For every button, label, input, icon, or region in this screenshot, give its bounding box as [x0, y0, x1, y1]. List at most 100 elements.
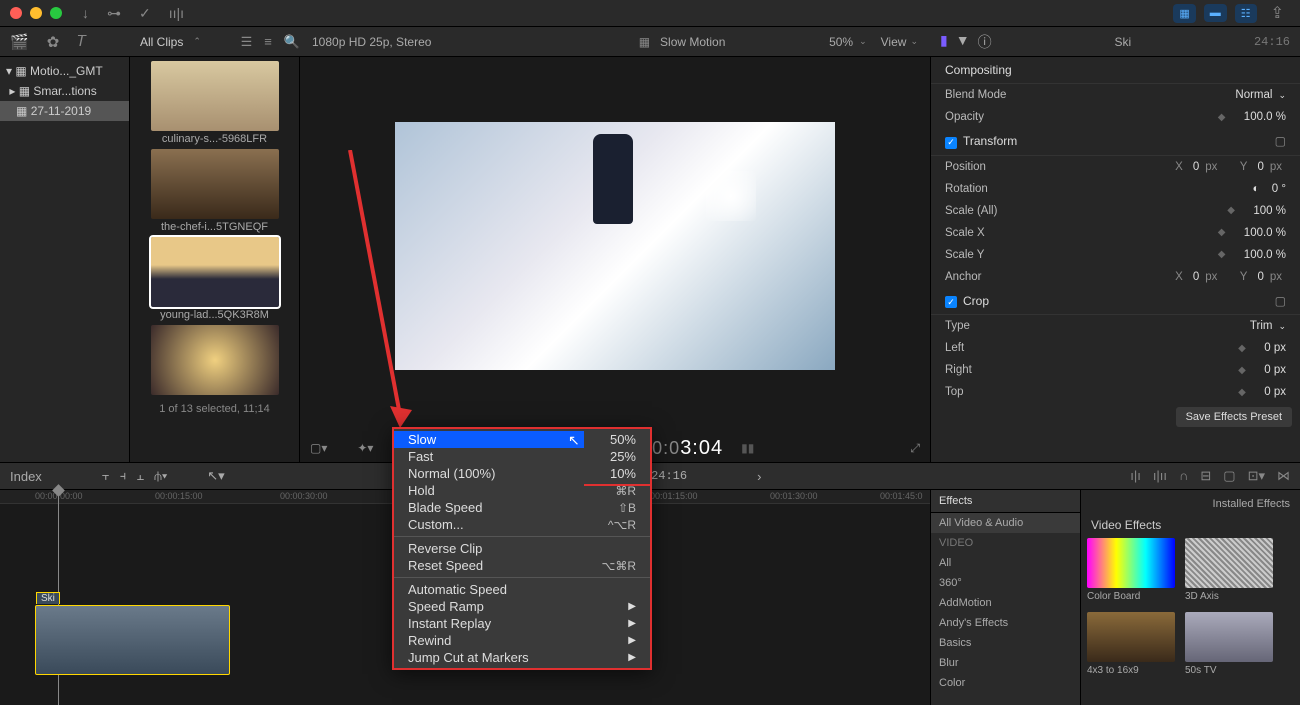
section-crop: ✓Crop▢	[931, 288, 1300, 316]
row-crop-type[interactable]: TypeTrim ⌄	[931, 315, 1300, 337]
overwrite-clip-icon[interactable]: ⫛▾	[154, 468, 167, 484]
save-effects-preset-button[interactable]: Save Effects Preset	[1176, 407, 1292, 427]
library-icons: 🎬 ✿ 𝑇	[0, 33, 130, 51]
clip-label: culinary-s...-5968LFR	[151, 133, 279, 145]
effect-thumb[interactable]: 3D Axis	[1185, 538, 1273, 602]
next-frame-icon[interactable]: ▮▮	[741, 441, 754, 455]
row-anchor[interactable]: AnchorX0 px Y0 px	[931, 266, 1300, 288]
clip-appearance-icon[interactable]: ⊡▾	[1248, 468, 1265, 484]
index-button[interactable]: Index	[10, 469, 42, 484]
maximize-button[interactable]	[50, 7, 62, 19]
menu-item-rewind[interactable]: Rewind▶	[394, 632, 650, 649]
fx-cat[interactable]: All Video & Audio	[931, 513, 1080, 533]
keyword-icon[interactable]: ⊶	[107, 5, 121, 22]
tree-item[interactable]: ▸ ▦ Smar...tions	[0, 81, 129, 101]
row-opacity[interactable]: Opacity◆ 100.0 %	[931, 106, 1300, 128]
crop-tool-icon[interactable]: ▢▾	[310, 441, 327, 455]
angle-icon[interactable]: ▦	[639, 35, 650, 49]
row-position[interactable]: PositionX0 px Y0 px	[931, 156, 1300, 178]
row-scale-all[interactable]: Scale (All)◆ 100 %	[931, 200, 1300, 222]
submenu-10[interactable]: 10%	[584, 465, 650, 482]
info-tab-icon[interactable]: ⓘ	[978, 32, 992, 52]
fx-cat[interactable]: Color	[931, 673, 1080, 693]
append-clip-icon[interactable]: ⫠	[136, 468, 144, 484]
insert-clip-icon[interactable]: ⫞	[120, 468, 127, 484]
clips-dropdown[interactable]: All Clips	[140, 35, 183, 49]
row-scale-y[interactable]: Scale Y◆ 100.0 %	[931, 244, 1300, 266]
row-crop-right[interactable]: Right◆ 0 px	[931, 359, 1300, 381]
installed-effects-dropdown[interactable]: Installed Effects	[1213, 498, 1290, 510]
skimming-icon[interactable]: ı|ı	[1130, 468, 1141, 484]
menu-item-speed-ramp[interactable]: Speed Ramp▶	[394, 598, 650, 615]
view-options-icon[interactable]: ▢	[1223, 468, 1235, 484]
submenu-50[interactable]: 50%	[584, 431, 650, 448]
inspector-toggle[interactable]: ☷	[1235, 4, 1257, 23]
share-icon[interactable]: ⇪	[1265, 3, 1290, 23]
menu-item-automatic[interactable]: Automatic Speed	[394, 581, 650, 598]
window-controls	[10, 7, 62, 19]
menu-item-instant-replay[interactable]: Instant Replay▶	[394, 615, 650, 632]
snap-icon[interactable]: ⊟	[1200, 468, 1211, 484]
clip-thumb[interactable]: young-lad...5QK3R8M	[151, 237, 279, 321]
titles-icon[interactable]: 𝑇	[77, 33, 86, 51]
timeline-index-icon[interactable]: ⋈	[1277, 468, 1290, 484]
menu-item-custom[interactable]: Custom...^⌥R	[394, 516, 650, 533]
effect-thumb[interactable]: Color Board	[1087, 538, 1175, 602]
video-canvas[interactable]	[300, 57, 930, 434]
next-edit-icon[interactable]: ›	[757, 469, 761, 484]
fx-cat[interactable]: AddMotion	[931, 593, 1080, 613]
viewer-header: 1080p HD 25p, Stereo ▦ Slow Motion 50% ⌄…	[300, 35, 930, 49]
minimize-button[interactable]	[30, 7, 42, 19]
timeline-toggle[interactable]: ▬	[1204, 4, 1227, 22]
list-icon[interactable]: ≡	[264, 34, 272, 50]
viewer: ▢▾ ✦▾ ⏱▾ ◂ ▶ 00:00:03:04 ▮▮ ⤢	[300, 57, 930, 462]
menu-item-reset-speed[interactable]: Reset Speed⌥⌘R	[394, 557, 650, 574]
row-crop-top[interactable]: Top◆ 0 px	[931, 381, 1300, 403]
clip-thumb[interactable]: the-chef-i...5TGNEQF	[151, 149, 279, 233]
effect-thumb[interactable]: 4x3 to 16x9	[1087, 612, 1175, 676]
fx-cat[interactable]: 360°	[931, 573, 1080, 593]
render-icon[interactable]: ıı|ı	[169, 5, 184, 22]
close-button[interactable]	[10, 7, 22, 19]
clip-thumb[interactable]: culinary-s...-5968LFR	[151, 61, 279, 145]
clip-thumb[interactable]	[151, 325, 279, 395]
enhance-icon[interactable]: ✦▾	[357, 441, 373, 455]
submenu-25[interactable]: 25%	[584, 448, 650, 465]
fx-cat[interactable]: Basics	[931, 633, 1080, 653]
audio-skim-icon[interactable]: ı|ıı	[1153, 468, 1167, 484]
fx-cat[interactable]: Blur	[931, 653, 1080, 673]
fullscreen-icon[interactable]: ⤢	[910, 441, 920, 456]
toolbar-left: ↓ ⊶ ✓ ıı|ı	[82, 5, 184, 22]
select-tool-icon[interactable]: ↖▾	[207, 468, 224, 484]
photos-icon[interactable]: ✿	[47, 33, 60, 51]
video-tab-icon[interactable]: ▮	[940, 32, 948, 52]
search-icon[interactable]: 🔍	[284, 34, 300, 50]
solo-icon[interactable]: ∩	[1179, 468, 1188, 484]
zoom-dropdown[interactable]: 50%	[829, 35, 853, 49]
row-rotation[interactable]: Rotation◐ 0 °	[931, 178, 1300, 200]
tree-item[interactable]: ▦ 27-11-2019	[0, 101, 129, 121]
timeline-clip[interactable]: Ski	[35, 605, 230, 675]
view-dropdown[interactable]: View	[881, 35, 907, 49]
fx-cat[interactable]: Andy's Effects	[931, 613, 1080, 633]
row-scale-x[interactable]: Scale X◆ 100.0 %	[931, 222, 1300, 244]
fx-cat[interactable]: All	[931, 553, 1080, 573]
menu-item-jump-cut[interactable]: Jump Cut at Markers▶	[394, 649, 650, 666]
row-blend-mode[interactable]: Blend ModeNormal ⌄	[931, 84, 1300, 106]
menu-item-reverse[interactable]: Reverse Clip	[394, 540, 650, 557]
color-tab-icon[interactable]: ▼	[956, 32, 970, 52]
filmstrip-icon[interactable]: ☰	[241, 34, 253, 50]
tree-item[interactable]: ▾ ▦ Motio..._GMT	[0, 61, 129, 81]
bg-tasks-icon[interactable]: ✓	[139, 5, 151, 22]
browser-toggle[interactable]: ▦	[1173, 4, 1195, 23]
connect-clip-icon[interactable]: ⫟	[102, 468, 110, 484]
import-icon[interactable]: ↓	[82, 5, 89, 22]
row-crop-left[interactable]: Left◆ 0 px	[931, 337, 1300, 359]
effect-thumb[interactable]: 50s TV	[1185, 612, 1273, 676]
menu-item-blade-speed[interactable]: Blade Speed⇧B	[394, 499, 650, 516]
header: 🎬 ✿ 𝑇 All Clips ⌃ ☰ ≡ 🔍 1080p HD 25p, St…	[0, 27, 1300, 57]
clapper-icon[interactable]: 🎬	[10, 33, 29, 51]
viewer-title: Slow Motion	[660, 35, 725, 49]
fx-cat[interactable]: VIDEO	[931, 533, 1080, 553]
inspector-duration: 24:16	[1254, 35, 1290, 49]
